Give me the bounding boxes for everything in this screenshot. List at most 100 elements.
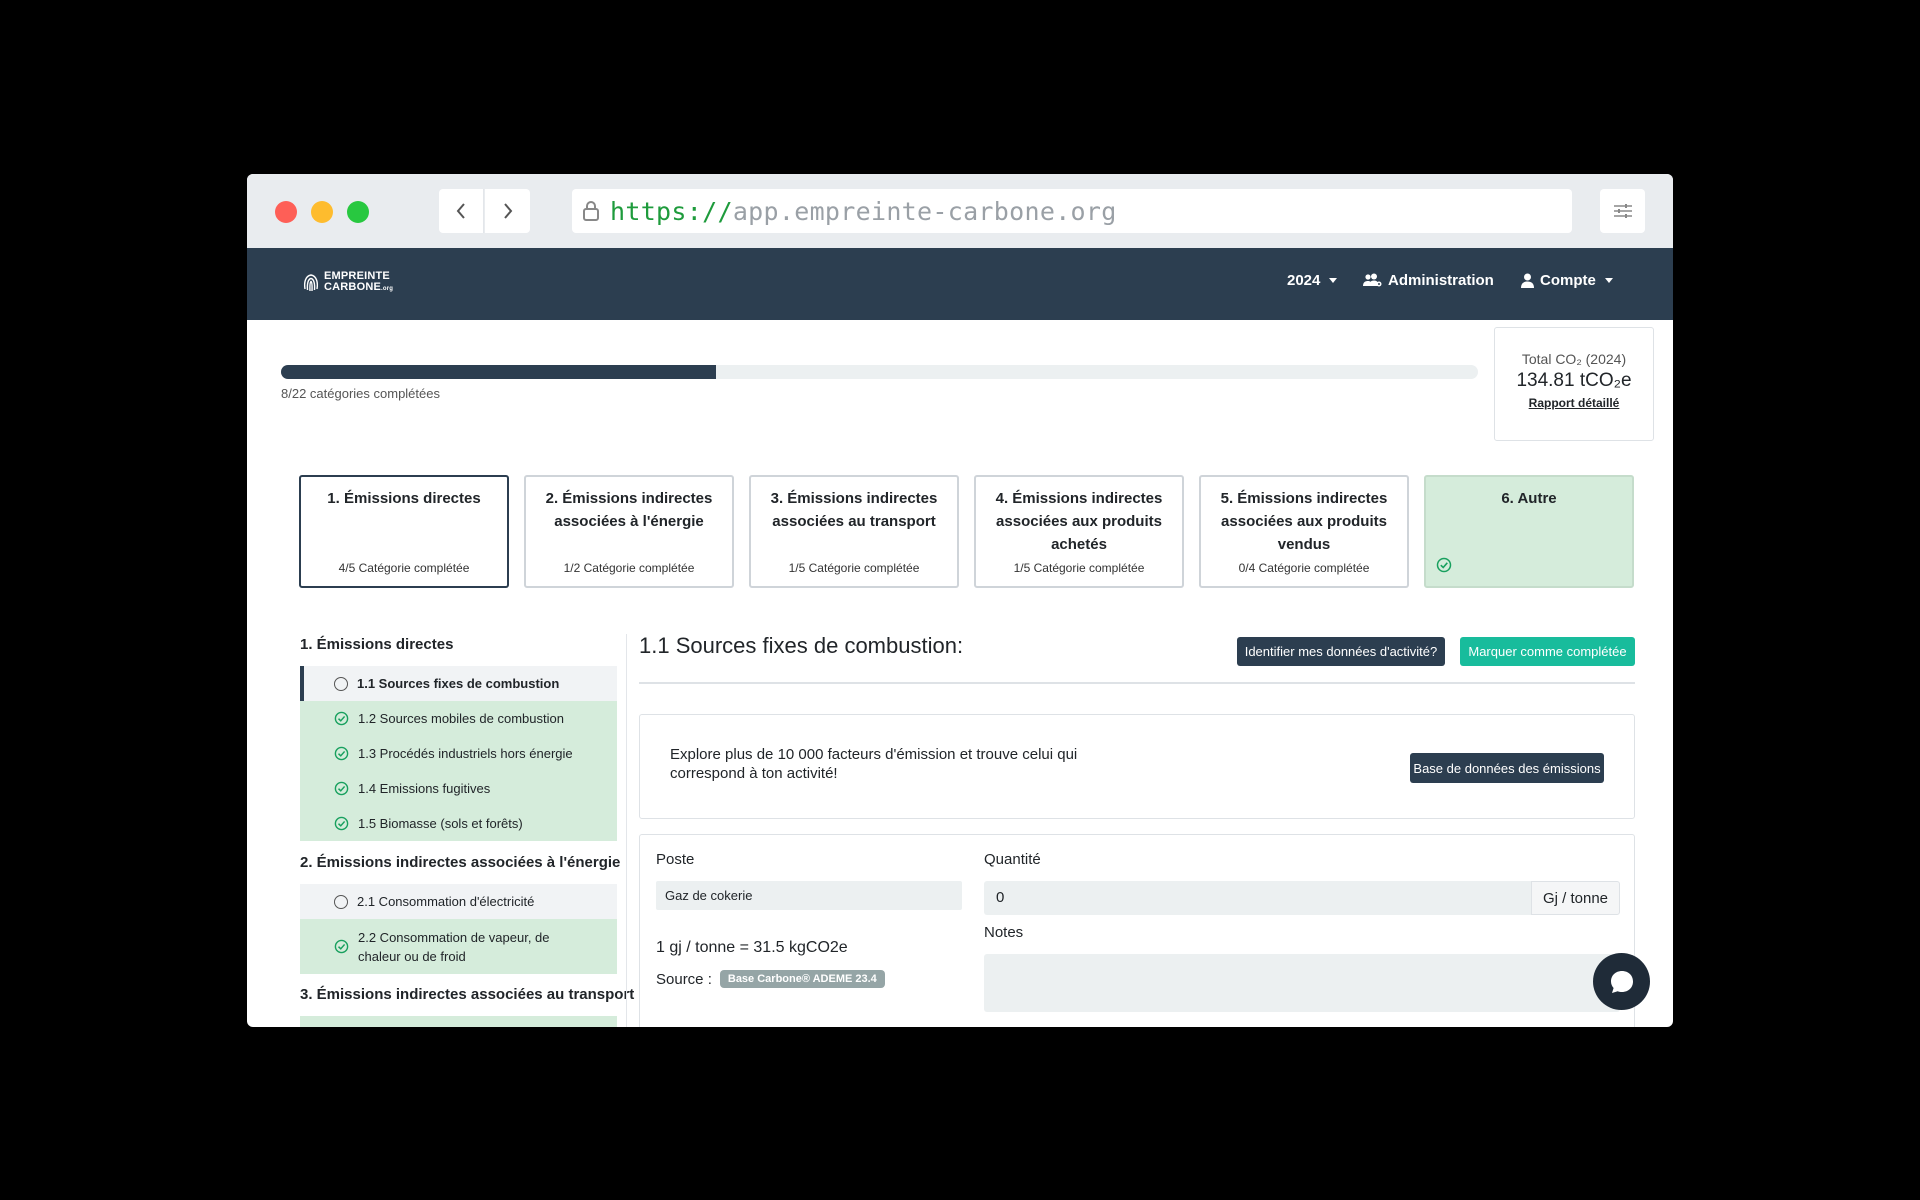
- administration-label: Administration: [1388, 272, 1494, 289]
- sidebar-item-2-1[interactable]: 2.1 Consommation d'électricité: [300, 884, 617, 919]
- sidebar-item-label: 2.1 Consommation d'électricité: [357, 894, 535, 909]
- scope-card-4[interactable]: 4. Émissions indirectes associées aux pr…: [974, 475, 1184, 588]
- mark-complete-button[interactable]: Marquer comme complétée: [1460, 637, 1635, 666]
- total-co2-label: Total CO₂ (2024): [1521, 351, 1627, 367]
- sidebar-heading-scope-3[interactable]: 3. Émissions indirectes associées au tra…: [300, 986, 634, 1003]
- maximize-window-button[interactable]: [347, 201, 369, 223]
- notes-textarea[interactable]: [984, 954, 1620, 1012]
- app-navbar: EMPREINTE CARBONE.org 2024 Administratio…: [247, 248, 1673, 320]
- back-button[interactable]: [439, 189, 484, 233]
- address-bar[interactable]: https://app.empreinte-carbone.org: [572, 189, 1572, 233]
- scope-title: 1. Émissions directes: [327, 490, 481, 507]
- chevron-right-icon: [503, 203, 512, 219]
- sidebar-item-1-1[interactable]: 1.1 Sources fixes de combustion: [300, 666, 617, 701]
- progress-fill: [281, 365, 717, 379]
- check-circle-icon: [334, 711, 349, 726]
- sidebar-item-1-2[interactable]: 1.2 Sources mobiles de combustion: [300, 701, 617, 736]
- check-circle-icon: [334, 746, 349, 761]
- sidebar-item-label: 1.5 Biomasse (sols et forêts): [358, 816, 523, 831]
- emission-factor-text: 1 gj / tonne = 31.5 kgCO2e: [656, 939, 848, 956]
- circle-icon: [334, 894, 348, 909]
- logo-line2: CARBONE: [324, 281, 382, 293]
- source-label: Source :: [656, 970, 712, 988]
- sidebar-item-1-3[interactable]: 1.3 Procédés industriels hors énergie: [300, 736, 617, 771]
- detailed-report-link[interactable]: Rapport détaillé: [1529, 396, 1620, 410]
- check-circle-icon: [334, 816, 349, 831]
- activity-form-card: Poste Gaz de cokerie Quantité 0 Gj / ton…: [639, 834, 1635, 1027]
- app-logo[interactable]: EMPREINTE CARBONE.org: [302, 271, 393, 295]
- quantity-label: Quantité: [984, 851, 1041, 868]
- sidebar-item-3-1[interactable]: [300, 1016, 617, 1027]
- scope-title: 4. Émissions indirectes associées aux pr…: [995, 490, 1163, 553]
- account-dropdown[interactable]: Compte: [1521, 272, 1613, 289]
- sidebar-item-label: 1.2 Sources mobiles de combustion: [358, 711, 564, 726]
- minimize-window-button[interactable]: [311, 201, 333, 223]
- scope-title: 6. Autre: [1501, 490, 1557, 507]
- categories-progress-bar: [281, 365, 1478, 379]
- sliders-icon: [1613, 204, 1632, 218]
- url-scheme: https://: [610, 196, 733, 226]
- user-icon: [1521, 273, 1534, 288]
- sidebar-item-label: 1.3 Procédés industriels hors énergie: [358, 746, 573, 761]
- scope-card-5[interactable]: 5. Émissions indirectes associées aux pr…: [1199, 475, 1409, 588]
- fingerprint-icon: [303, 274, 319, 292]
- chat-bubble-icon: [1610, 970, 1633, 993]
- emission-database-card: Explore plus de 10 000 facteurs d'émissi…: [639, 714, 1635, 819]
- poste-label: Poste: [656, 851, 695, 868]
- chevron-left-icon: [456, 203, 465, 219]
- check-circle-icon: [334, 939, 349, 954]
- sidebar-item-label: 1.4 Emissions fugitives: [358, 781, 491, 796]
- progress-label: 8/22 catégories complétées: [281, 386, 440, 401]
- sidebar-divider: [626, 634, 627, 1027]
- sidebar-heading-scope-1[interactable]: 1. Émissions directes: [300, 636, 453, 653]
- sidebar-item-label: 1.1 Sources fixes de combustion: [357, 676, 560, 691]
- check-circle-icon: [1436, 557, 1452, 578]
- scope-title: 3. Émissions indirectes associées au tra…: [770, 490, 938, 530]
- close-window-button[interactable]: [275, 201, 297, 223]
- scope-title: 5. Émissions indirectes associées aux pr…: [1220, 490, 1388, 553]
- identify-activity-data-button[interactable]: Identifier mes données d'activité?: [1237, 637, 1445, 666]
- scope-card-6[interactable]: 6. Autre: [1424, 475, 1634, 588]
- scope-status: 4/5 Catégorie complétée: [338, 561, 470, 575]
- check-circle-icon: [334, 781, 349, 796]
- browser-settings-button[interactable]: [1600, 189, 1645, 233]
- chat-widget-button[interactable]: [1593, 953, 1650, 1010]
- logo-suffix: .org: [381, 286, 394, 292]
- explore-text: Explore plus de 10 000 facteurs d'émissi…: [670, 746, 1078, 782]
- emissions-database-button[interactable]: Base de données des émissions: [1410, 753, 1604, 783]
- year-label: 2024: [1287, 272, 1321, 289]
- scope-title: 2. Émissions indirectes associées à l'én…: [545, 490, 713, 530]
- source-badge: Base Carbone® ADEME 23.4: [719, 970, 885, 988]
- quantity-unit: Gj / tonne: [1531, 881, 1620, 915]
- administration-link[interactable]: Administration: [1363, 272, 1494, 289]
- scope-card-3[interactable]: 3. Émissions indirectes associées au tra…: [749, 475, 959, 588]
- sidebar-item-2-2[interactable]: 2.2 Consommation de vapeur, de chaleur o…: [300, 919, 617, 974]
- browser-window: https://app.empreinte-carbone.org EMPREI…: [247, 174, 1673, 1027]
- sidebar-heading-scope-2[interactable]: 2. Émissions indirectes associées à l'én…: [300, 854, 620, 871]
- scope-status: 1/5 Catégorie complétée: [1013, 561, 1145, 575]
- scope-status: 0/4 Catégorie complétée: [1238, 561, 1370, 575]
- scope-status: 1/2 Catégorie complétée: [563, 561, 695, 575]
- total-co2-value: 134.81 tCO₂e: [1516, 370, 1632, 391]
- notes-label: Notes: [984, 924, 1024, 941]
- scope-card-2[interactable]: 2. Émissions indirectes associées à l'én…: [524, 475, 734, 588]
- caret-down-icon: [1329, 278, 1338, 283]
- url-host: app.empreinte-carbone.org: [732, 196, 1117, 226]
- lock-icon: [582, 200, 600, 222]
- browser-toolbar: https://app.empreinte-carbone.org: [247, 174, 1673, 248]
- users-gear-icon: [1363, 273, 1382, 287]
- total-co2-card: Total CO₂ (2024) 134.81 tCO₂e Rapport dé…: [1494, 327, 1654, 441]
- quantity-input[interactable]: 0: [984, 881, 1531, 915]
- year-dropdown[interactable]: 2024: [1287, 272, 1338, 289]
- sidebar-item-1-5[interactable]: 1.5 Biomasse (sols et forêts): [300, 806, 617, 841]
- caret-down-icon: [1604, 278, 1613, 283]
- scope-status: 1/5 Catégorie complétée: [788, 561, 920, 575]
- scope-card-1[interactable]: 1. Émissions directes 4/5 Catégorie comp…: [299, 475, 509, 588]
- forward-button[interactable]: [485, 189, 530, 233]
- category-title: 1.1 Sources fixes de combustion:: [639, 633, 964, 658]
- sidebar-item-1-4[interactable]: 1.4 Emissions fugitives: [300, 771, 617, 806]
- title-divider: [639, 682, 1635, 684]
- sidebar-item-label: 2.2 Consommation de vapeur, de chaleur o…: [358, 929, 550, 964]
- poste-select[interactable]: Gaz de cokerie: [656, 881, 962, 910]
- account-label: Compte: [1540, 272, 1596, 289]
